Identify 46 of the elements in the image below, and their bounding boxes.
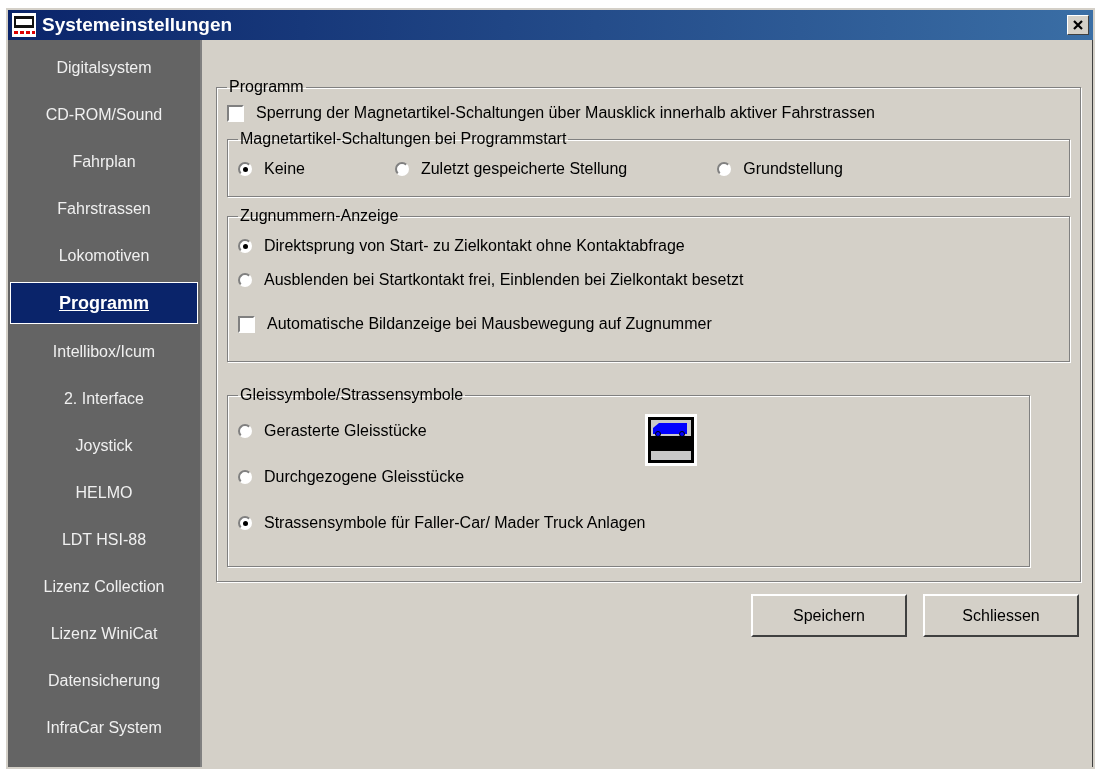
radio-label: Strassensymbole für Faller-Car/ Mader Truck Anlagen (264, 514, 646, 532)
window-title: Systemeinstellungen (42, 14, 234, 36)
sidebar-item[interactable]: CD-ROM/Sound (8, 91, 200, 138)
sidebar-item[interactable]: LDT HSI-88 (8, 516, 200, 563)
radio-label: Durchgezogene Gleisstücke (264, 468, 465, 486)
app-logo-icon (12, 13, 36, 37)
radio-label: Ausblenden bei Startkontakt frei, Einblenden bei Zielkontakt besetzt (264, 271, 744, 289)
radio-label: Grundstellung (743, 160, 843, 178)
sidebar-item[interactable]: InfraCar System (8, 704, 200, 751)
group-title: Zugnummern-Anzeige (239, 207, 400, 225)
checkbox[interactable] (238, 315, 255, 333)
radio-button[interactable] (238, 239, 252, 253)
sidebar-item[interactable]: 2. Interface (8, 375, 200, 422)
group-title: Programm (228, 78, 305, 96)
sidebar-item[interactable]: Digitalsystem (8, 44, 200, 91)
sidebar-item[interactable]: Lokomotiven (8, 232, 200, 279)
radio-label: Keine (264, 160, 305, 178)
radio-button[interactable] (238, 424, 252, 438)
sidebar-item[interactable]: Datensicherung (8, 657, 200, 704)
checkbox[interactable] (227, 104, 244, 122)
radio-label: Direktsprung von Start- zu Zielkontakt ohne Kontaktabfrage (264, 237, 685, 255)
sidebar-item[interactable]: Fahrplan (8, 138, 200, 185)
sidebar-item[interactable]: Fahrstrassen (8, 185, 200, 232)
radio-button[interactable] (238, 273, 252, 287)
sidebar-item[interactable]: Lizenz Collection (8, 563, 200, 610)
checkbox-label: Sperrung der Magnetartikel-Schaltungen über Mausklick innerhalb aktiver Fahrstrassen (256, 104, 875, 122)
group-title: Magnetartikel-Schaltungen bei Programmstart (239, 130, 568, 148)
radio-label: Gerasterte Gleisstücke (264, 422, 427, 440)
sidebar-item[interactable]: Lizenz WiniCat (8, 610, 200, 657)
dialog-button[interactable]: Schliessen (923, 594, 1079, 637)
radio-button[interactable] (238, 470, 252, 484)
radio-button[interactable] (238, 516, 252, 530)
checkbox-label: Automatische Bildanzeige bei Mausbewegung auf Zugnummer (267, 315, 712, 333)
group-title: Gleissymbole/Strassensymbole (239, 386, 465, 404)
sidebar-item[interactable]: Intellibox/Icum (8, 328, 200, 375)
radio-button[interactable] (238, 162, 252, 176)
radio-label: Zuletzt gespeicherte Stellung (420, 160, 628, 178)
road-van-icon (645, 414, 698, 466)
close-icon (1073, 20, 1083, 30)
sidebar-item[interactable]: Joystick (8, 422, 200, 469)
radio-button[interactable] (717, 162, 732, 176)
sidebar-item[interactable]: Programm (10, 282, 198, 324)
dialog-button[interactable]: Speichern (751, 594, 907, 637)
radio-button[interactable] (394, 162, 409, 176)
sidebar-item[interactable]: HELMO (8, 469, 200, 516)
close-button[interactable] (1067, 15, 1089, 35)
